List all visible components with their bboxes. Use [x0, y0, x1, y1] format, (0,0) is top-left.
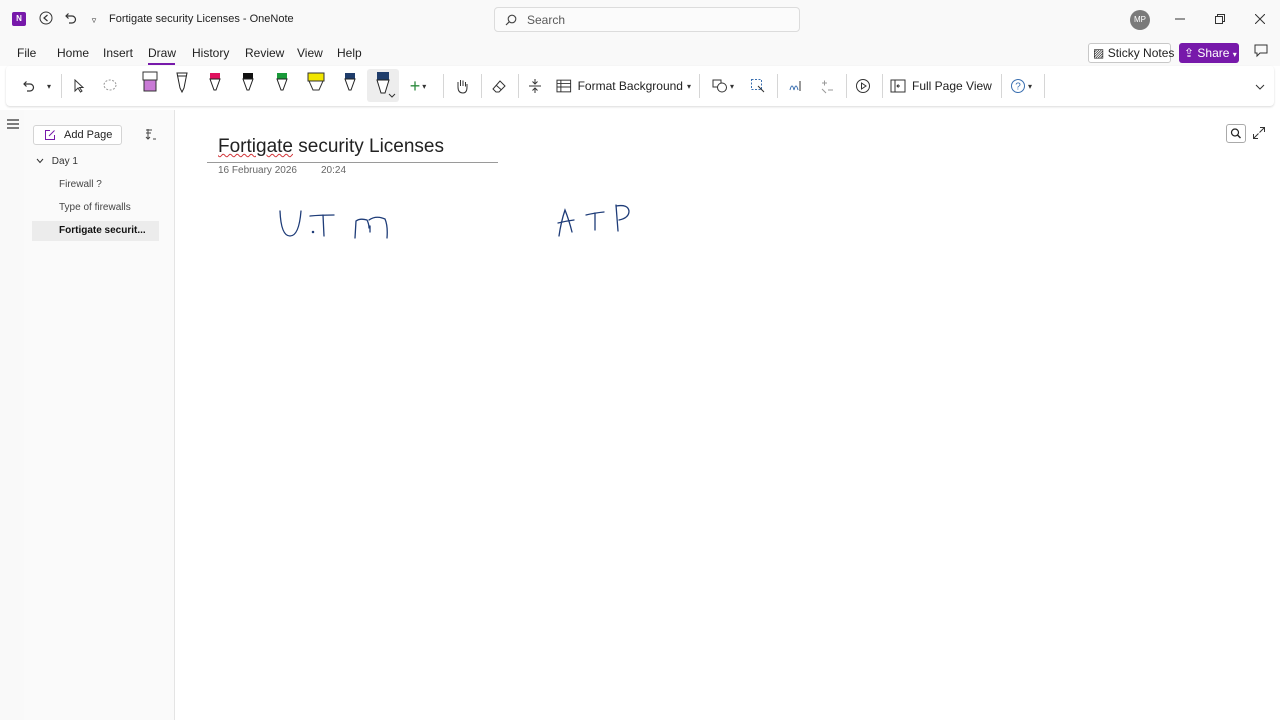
- divider: [1044, 74, 1045, 98]
- menu-history[interactable]: History: [192, 46, 229, 60]
- sort-pages-icon[interactable]: [145, 128, 161, 142]
- section-day-1[interactable]: Day 1: [36, 156, 78, 167]
- section-label: Day 1: [51, 156, 78, 167]
- menu-help[interactable]: Help: [337, 46, 362, 60]
- title-bar: N ▿ Fortigate security Licenses - OneNot…: [0, 0, 1280, 40]
- chevron-down-icon: ▾: [1232, 50, 1237, 59]
- format-background-icon: [556, 79, 572, 93]
- divider: [1001, 74, 1002, 98]
- zoom-button[interactable]: [1226, 124, 1246, 143]
- chevron-down-icon: [36, 156, 46, 167]
- onenote-logo-icon: N: [12, 12, 26, 26]
- divider: [443, 74, 444, 98]
- highlighter-icon[interactable]: [305, 70, 325, 100]
- undo-icon[interactable]: [61, 11, 79, 29]
- menu-draw[interactable]: Draw: [148, 46, 176, 60]
- page-title-rest: security Licenses: [292, 136, 444, 157]
- page-item-fortigate[interactable]: Fortigate securit...: [32, 221, 159, 241]
- navigation-rail: [0, 110, 24, 720]
- divider: [846, 74, 847, 98]
- divider: [481, 74, 482, 98]
- ink-replay-icon[interactable]: [853, 72, 873, 100]
- sticky-notes-icon: ▨: [1093, 46, 1105, 60]
- back-icon[interactable]: [37, 11, 55, 29]
- insert-space-icon[interactable]: [525, 72, 545, 100]
- handwritten-ink-atp[interactable]: [552, 198, 642, 244]
- comments-icon[interactable]: [1252, 44, 1270, 62]
- share-label: Share: [1197, 46, 1230, 60]
- title-underline: [207, 162, 498, 163]
- divider: [518, 74, 519, 98]
- help-icon[interactable]: ? ▾: [1006, 72, 1036, 100]
- pen-1-icon[interactable]: [140, 70, 160, 100]
- expand-icon[interactable]: [1252, 126, 1266, 140]
- search-box[interactable]: [494, 7, 800, 32]
- pen-4-icon[interactable]: [238, 70, 258, 100]
- undo-dropdown-icon[interactable]: ▾: [43, 72, 55, 100]
- ribbon-undo-icon[interactable]: [18, 72, 38, 100]
- avatar[interactable]: MP: [1130, 10, 1150, 30]
- pen-2-icon[interactable]: [172, 70, 192, 100]
- hamburger-menu-icon[interactable]: [6, 118, 20, 130]
- lasso-select-icon[interactable]: [100, 72, 120, 100]
- eraser-icon[interactable]: [489, 72, 509, 100]
- divider: [777, 74, 778, 98]
- menu-home[interactable]: Home: [57, 46, 89, 60]
- pen-6-icon[interactable]: [340, 70, 360, 100]
- draw-ribbon: ▾ + ▾ Format Background ▾ ▾ Full Page Vi…: [6, 66, 1274, 106]
- menu-file[interactable]: File: [17, 46, 36, 60]
- menu-insert[interactable]: Insert: [103, 46, 133, 60]
- pan-hand-icon[interactable]: [452, 72, 472, 100]
- ink-to-shape-icon[interactable]: [748, 72, 768, 100]
- menu-view[interactable]: View: [297, 46, 323, 60]
- select-tool-icon[interactable]: [69, 72, 89, 100]
- page-item-types-of-firewalls[interactable]: Type of firewalls: [32, 198, 159, 218]
- menu-review[interactable]: Review: [245, 46, 284, 60]
- svg-text:?: ?: [1015, 82, 1021, 93]
- share-icon: ⇪: [1184, 46, 1195, 60]
- pen-selected-icon[interactable]: [373, 70, 396, 100]
- shapes-icon[interactable]: ▾: [709, 72, 737, 100]
- full-page-view-label: Full Page View: [912, 79, 992, 93]
- ink-to-math-icon[interactable]: [817, 72, 837, 100]
- share-button[interactable]: ⇪ Share ▾: [1179, 43, 1239, 63]
- collapse-ribbon-icon[interactable]: [1252, 80, 1268, 94]
- minimize-icon[interactable]: [1170, 10, 1190, 30]
- page-date: 16 February 2026: [218, 165, 297, 176]
- add-pen-icon[interactable]: + ▾: [403, 72, 433, 100]
- divider: [699, 74, 700, 98]
- format-background-button[interactable]: Format Background ▾: [556, 72, 691, 100]
- format-background-label: Format Background: [577, 79, 683, 93]
- divider: [882, 74, 883, 98]
- search-input[interactable]: [527, 11, 787, 29]
- add-page-button[interactable]: Add Page: [33, 125, 122, 145]
- page-time: 20:24: [321, 165, 347, 176]
- page-title[interactable]: Fortigate security Licenses: [218, 136, 444, 158]
- sticky-notes-label: Sticky Notes: [1107, 46, 1175, 60]
- restore-icon[interactable]: [1210, 10, 1230, 30]
- ink-to-text-icon[interactable]: [786, 72, 806, 100]
- active-tab-indicator: [148, 63, 175, 65]
- add-page-icon: [44, 129, 56, 144]
- chevron-down-icon: ▾: [686, 81, 691, 91]
- magnifier-icon: [1230, 128, 1241, 139]
- window-title: Fortigate security Licenses - OneNote: [109, 13, 294, 25]
- divider: [61, 74, 62, 98]
- pen-3-icon[interactable]: [205, 70, 225, 100]
- search-icon: [505, 14, 517, 26]
- add-page-label: Add Page: [64, 129, 113, 141]
- sticky-notes-button[interactable]: ▨ Sticky Notes: [1088, 43, 1174, 63]
- full-page-view-icon: [890, 79, 906, 93]
- close-icon[interactable]: [1250, 10, 1270, 30]
- handwritten-ink-utm[interactable]: [270, 198, 400, 246]
- page-title-misspelled-word: Fortigate: [218, 136, 293, 157]
- page-item-firewall[interactable]: Firewall ?: [32, 175, 159, 195]
- pen-5-icon[interactable]: [272, 70, 292, 100]
- quick-access-dropdown-icon[interactable]: ▿: [85, 11, 103, 29]
- full-page-view-button[interactable]: Full Page View: [890, 72, 995, 100]
